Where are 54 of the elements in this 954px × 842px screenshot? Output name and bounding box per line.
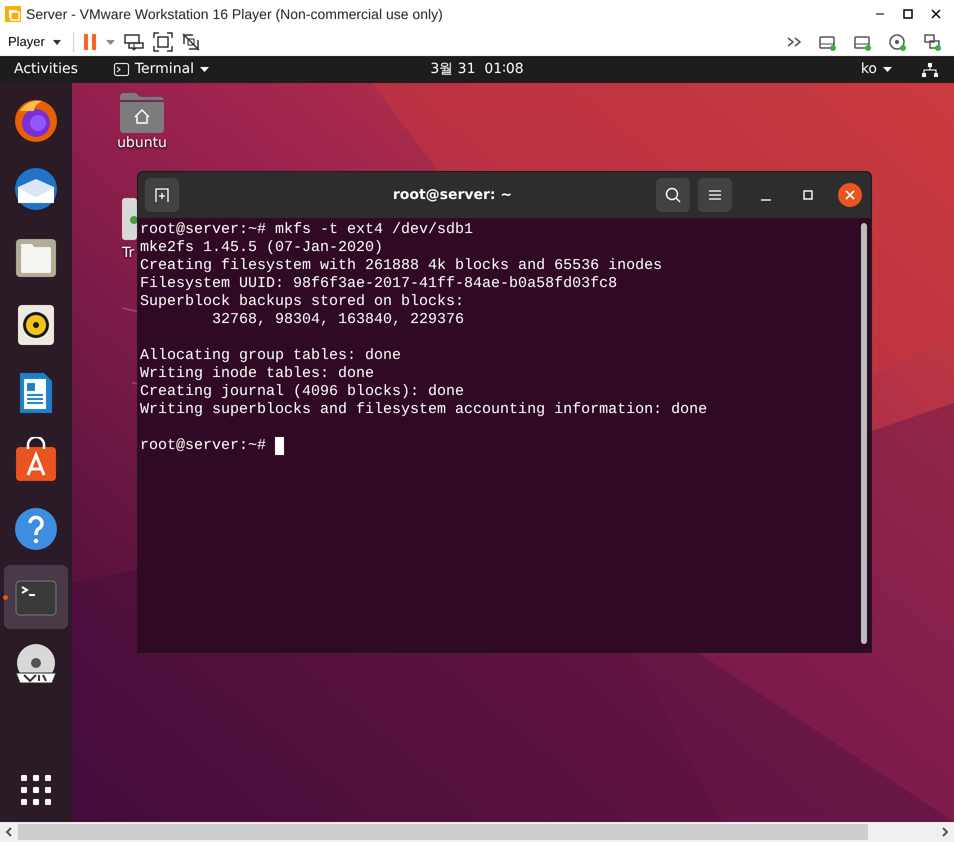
icon-label: Tr [122, 244, 134, 263]
network-icon[interactable] [922, 62, 938, 76]
clock[interactable]: 3월 31 01∶08 [424, 56, 530, 83]
menu-icon [708, 189, 722, 201]
terminal-line: Creating journal (4096 blocks): done [140, 383, 464, 400]
app-grid-icon[interactable] [20, 774, 52, 806]
terminal-line: Filesystem UUID: 98f6f3ae-2017-41ff-84ae-b0a58fd03fc8 [140, 275, 618, 292]
input-method-menu[interactable]: ko [854, 56, 898, 83]
terminal-line: Allocating group tables: done [140, 347, 402, 364]
trash-icon [122, 196, 137, 240]
terminal-line: Superblock backups stored on blocks: [140, 293, 464, 310]
terminal-line: root@server:~# mkfs -t ext4 /dev/sdb1 [140, 221, 474, 238]
send-keys-icon[interactable] [122, 32, 145, 52]
terminal-line: Writing superblocks and filesystem accounting information: done [140, 401, 708, 418]
window-title: root@server: ~ [392, 186, 512, 204]
new-tab-icon [154, 187, 170, 203]
home-folder-icon [118, 91, 166, 133]
minimize-icon [760, 199, 771, 201]
caret-icon [52, 40, 61, 44]
terminal-line: 32768, 98304, 163840, 229376 [211, 311, 464, 328]
scroll-left-icon[interactable] [4, 827, 14, 837]
scrollbar-thumb[interactable] [18, 824, 868, 840]
scrollbar[interactable] [861, 223, 867, 644]
close-icon [844, 190, 855, 200]
maximize-icon [802, 190, 813, 200]
new-tab-button[interactable] [145, 178, 179, 212]
caret-icon [200, 67, 210, 72]
maximize-icon[interactable] [902, 8, 914, 20]
activities-button[interactable]: Activities [8, 56, 84, 83]
chevrons-icon[interactable] [786, 36, 802, 48]
menu-button[interactable] [698, 178, 732, 212]
unity-icon[interactable] [180, 32, 201, 52]
caret-icon [883, 67, 892, 72]
window-title: Server - VMware Workstation 16 Player (Non-commercial use only) [26, 4, 443, 24]
cd-drive-icon[interactable] [888, 32, 907, 52]
icon-label: ubuntu [117, 134, 167, 153]
fullscreen-icon[interactable] [152, 32, 173, 52]
player-menu[interactable]: Player [4, 29, 65, 55]
help-icon [12, 505, 60, 553]
terminal-line: root@server:~# [140, 437, 268, 454]
caret-icon[interactable] [106, 40, 115, 44]
search-button[interactable] [656, 178, 690, 212]
terminal-line: mke2fs 1.45.5 (07-Jan-2020) [140, 239, 384, 256]
terminal-icon [114, 63, 129, 76]
close-button[interactable] [838, 183, 862, 207]
network-adapter-icon[interactable] [923, 32, 942, 52]
pause-icon[interactable] [82, 33, 98, 51]
terminal-line: Writing inode tables: done [140, 365, 374, 382]
scroll-right-icon[interactable] [940, 827, 950, 837]
close-icon[interactable] [930, 8, 942, 20]
vmware-logo-icon [4, 5, 22, 23]
search-icon [664, 187, 681, 203]
terminal-app-menu[interactable]: Terminal [108, 56, 216, 83]
terminal-line: Creating filesystem with 261888 4k blocks and 65536 inodes [140, 257, 662, 274]
